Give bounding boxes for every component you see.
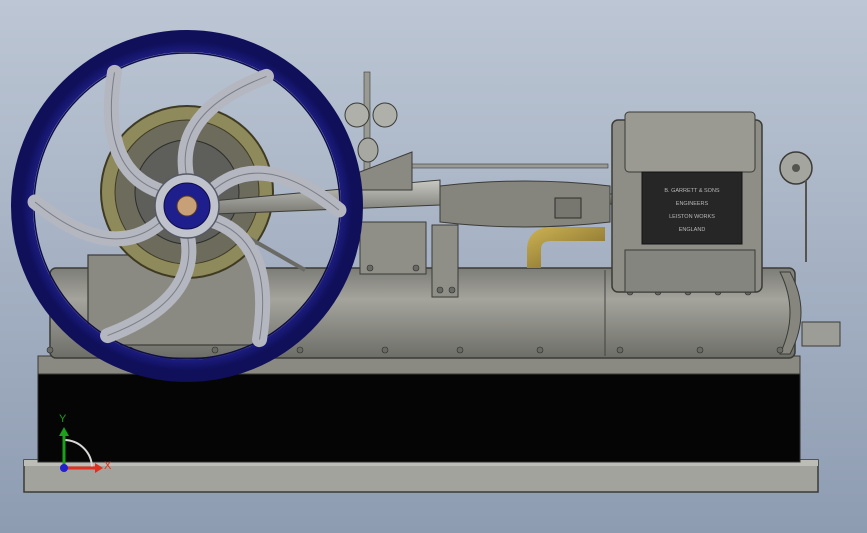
y-axis-label: Y — [59, 413, 67, 425]
bolt — [776, 346, 784, 354]
end-bolt[interactable] — [801, 321, 841, 347]
nameplate-line: ENGINEERS — [676, 201, 709, 207]
nameplate-line: LEISTON WORKS — [669, 214, 715, 220]
governor-collar — [357, 137, 379, 163]
valve-rod[interactable] — [401, 163, 609, 169]
bolt — [536, 346, 544, 354]
bolt — [412, 264, 420, 272]
bolt — [296, 346, 304, 354]
crankshaft-end — [176, 195, 198, 217]
crosshead-slide[interactable] — [439, 180, 611, 228]
governor-ball-right[interactable] — [372, 102, 398, 128]
cad-graphics-viewport[interactable]: B. GARRETT & SONS ENGINEERS LEISTON WORKS E… — [0, 0, 867, 533]
valve-chest-lower — [624, 249, 756, 293]
bolt — [211, 346, 219, 354]
bolt — [381, 346, 389, 354]
bolt — [616, 346, 624, 354]
bolt — [436, 286, 444, 294]
crosshead-support[interactable] — [431, 224, 459, 298]
bolt — [448, 286, 456, 294]
bolt — [456, 346, 464, 354]
nameplate — [641, 171, 743, 245]
nameplate-line: ENGLAND — [679, 227, 706, 233]
bolt — [366, 264, 374, 272]
plinth[interactable] — [37, 371, 801, 463]
bolt — [696, 346, 704, 354]
valve-chest-cover[interactable] — [624, 111, 756, 173]
crosshead-block[interactable] — [554, 197, 582, 219]
governor-ball-left[interactable] — [344, 102, 370, 128]
steam-engine-model[interactable]: B. GARRETT & SONS ENGINEERS LEISTON WORKS E… — [0, 0, 867, 533]
governor-spindle — [363, 71, 371, 183]
bolt — [46, 346, 54, 354]
nameplate-line: B. GARRETT & SONS — [664, 188, 720, 194]
pulley-axle — [792, 164, 800, 172]
x-axis-label: X — [104, 460, 112, 472]
z-axis-origin — [60, 464, 68, 472]
